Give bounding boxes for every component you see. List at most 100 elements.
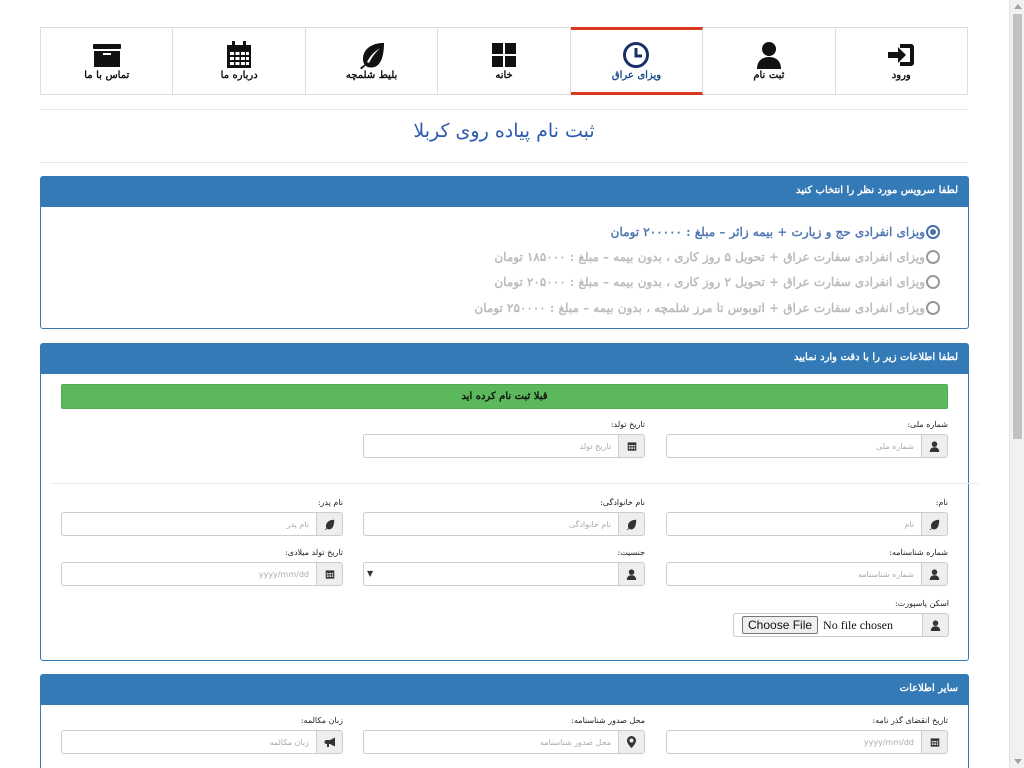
leaf-icon xyxy=(618,512,645,536)
nav-register-label: ثبت نام xyxy=(753,70,785,81)
user-icon xyxy=(922,613,949,637)
id-number-label: شماره شناسنامه: xyxy=(889,548,948,557)
nav-iraq-visa[interactable]: ویزای عراق xyxy=(569,27,704,95)
divider xyxy=(40,109,968,110)
leaf-icon xyxy=(316,512,343,536)
user-icon xyxy=(618,562,645,586)
calendar-icon xyxy=(316,562,343,586)
nav-shalamcheh-ticket-label: بلیط شلمچه xyxy=(345,70,398,81)
radio-button[interactable] xyxy=(926,224,940,239)
user-icon xyxy=(754,41,784,69)
user-icon xyxy=(921,434,948,458)
service-option[interactable]: ویزای انفرادی سفارت عراق + اتوبوس تا مرز… xyxy=(41,295,940,320)
id-issue-place-input[interactable] xyxy=(363,730,618,754)
passport-scan-field: اسکن پاسپورت: Choose File No file chosen xyxy=(666,599,949,637)
nav-contact[interactable]: تماس با ما xyxy=(40,27,174,95)
passport-expiry-input[interactable] xyxy=(666,730,921,754)
grid-icon xyxy=(489,41,519,69)
calendar-icon xyxy=(224,41,254,69)
service-option-label: ویزای انفرادی سفارت عراق + تحویل ۵ روز ک… xyxy=(494,249,925,264)
national-id-field: شماره ملی: xyxy=(666,420,948,458)
already-registered-alert: قبلا ثبت نام کرده اید xyxy=(61,384,948,409)
radio-button[interactable] xyxy=(926,300,940,315)
gregorian-birth-date-input[interactable] xyxy=(61,562,316,586)
service-option-label: ویزای انفرادی سفارت عراق + اتوبوس تا مرز… xyxy=(474,300,925,315)
gender-select[interactable]: ▼ xyxy=(363,562,618,586)
gregorian-birth-date-field: تاریخ تولد میلادی: xyxy=(61,548,343,586)
radio-button[interactable] xyxy=(926,249,940,264)
gregorian-birth-date-label: تاریخ تولد میلادی: xyxy=(285,548,343,557)
spoken-language-field: زبان مکالمه: xyxy=(61,716,343,754)
leaf-icon xyxy=(921,512,948,536)
service-option-label: ویزای انفرادی حج و زیارت + بیمه زائر – م… xyxy=(610,224,925,239)
id-number-field: شماره شناسنامه: xyxy=(666,548,948,586)
father-name-input[interactable] xyxy=(61,512,316,536)
nav-home-label: خانه xyxy=(495,70,513,81)
calendar-icon xyxy=(618,434,645,458)
page-title: ثبت نام پیاده روی کربلا xyxy=(413,120,595,142)
passport-scan-label: اسکن پاسپورت: xyxy=(895,599,949,608)
passport-expiry-field: تاریخ انقضای گذر نامه: xyxy=(666,716,948,754)
birth-date-label: تاریخ تولد: xyxy=(610,420,645,429)
dropdown-caret-icon: ▼ xyxy=(367,569,374,578)
other-info-panel: سایر اطلاعات تاریخ انقضای گذر نامه: محل … xyxy=(40,674,969,768)
father-name-label: نام پدر: xyxy=(317,498,343,507)
folder-icon xyxy=(92,41,122,69)
first-name-field: نام: xyxy=(666,498,948,536)
gender-label: جنسیت: xyxy=(617,548,645,557)
passport-file-input: Choose File No file chosen xyxy=(733,613,922,637)
passport-expiry-label: تاریخ انقضای گذر نامه: xyxy=(872,716,948,725)
nav-login[interactable]: ورود xyxy=(834,27,968,95)
user-icon xyxy=(921,562,948,586)
spoken-language-input[interactable] xyxy=(61,730,316,754)
file-status: No file chosen xyxy=(823,617,894,632)
first-name-input[interactable] xyxy=(666,512,921,536)
birth-date-input[interactable] xyxy=(363,434,618,458)
last-name-label: نام خانوادگی: xyxy=(600,498,645,507)
nav-shalamcheh-ticket[interactable]: بلیط شلمچه xyxy=(304,27,439,95)
gender-field: جنسیت: ▼ xyxy=(363,548,645,586)
birth-date-field: تاریخ تولد: xyxy=(363,420,645,458)
map-marker-icon xyxy=(618,730,645,754)
nav-about-label: درباره ما xyxy=(220,70,258,81)
national-id-label: شماره ملی: xyxy=(907,420,948,429)
last-name-field: نام خانوادگی: xyxy=(363,498,645,536)
page-scrollbar[interactable] xyxy=(1009,0,1024,768)
choose-file-button[interactable]: Choose File xyxy=(742,616,819,634)
divider xyxy=(40,162,968,163)
calendar-icon xyxy=(921,730,948,754)
id-issue-place-field: محل صدور شناسنامه: xyxy=(363,716,645,754)
nav-login-label: ورود xyxy=(891,70,911,81)
clock-icon xyxy=(621,41,651,69)
national-id-input[interactable] xyxy=(666,434,921,458)
service-options: ویزای انفرادی حج و زیارت + بیمه زائر – م… xyxy=(41,207,968,320)
last-name-input[interactable] xyxy=(363,512,618,536)
scroll-up-arrow-icon[interactable] xyxy=(1014,4,1022,9)
nav-register[interactable]: ثبت نام xyxy=(702,27,836,95)
leaf-icon xyxy=(357,41,387,69)
service-option[interactable]: ویزای انفرادی سفارت عراق + تحویل ۵ روز ک… xyxy=(41,244,940,269)
service-option-label: ویزای انفرادی سفارت عراق + تحویل ۲ روز ک… xyxy=(494,275,925,290)
service-option[interactable]: ویزای انفرادی حج و زیارت + بیمه زائر – م… xyxy=(41,219,940,244)
nav-about[interactable]: درباره ما xyxy=(172,27,306,95)
first-name-label: نام: xyxy=(935,498,948,507)
top-nav: ورود ثبت نام ویزای عراق خانه بلیط شلمچه … xyxy=(40,27,968,95)
scroll-down-arrow-icon[interactable] xyxy=(1014,759,1022,764)
personal-info-panel-title: لطفا اطلاعات زیر را با دقت وارد نمایید xyxy=(41,344,968,374)
sign-in-icon xyxy=(886,41,916,69)
service-option[interactable]: ویزای انفرادی سفارت عراق + تحویل ۲ روز ک… xyxy=(41,270,940,295)
services-panel: لطفا سرویس مورد نظر را انتخاب کنید ویزای… xyxy=(40,176,969,329)
services-panel-title: لطفا سرویس مورد نظر را انتخاب کنید xyxy=(41,177,968,207)
nav-contact-label: تماس با ما xyxy=(84,70,130,81)
personal-info-panel: لطفا اطلاعات زیر را با دقت وارد نمایید ق… xyxy=(40,343,980,661)
bullhorn-icon xyxy=(316,730,343,754)
radio-button[interactable] xyxy=(926,275,940,290)
id-issue-place-label: محل صدور شناسنامه: xyxy=(571,716,645,725)
scrollbar-thumb[interactable] xyxy=(1013,14,1022,439)
nav-home[interactable]: خانه xyxy=(437,27,571,95)
section-divider xyxy=(51,483,980,484)
father-name-field: نام پدر: xyxy=(61,498,343,536)
id-number-input[interactable] xyxy=(666,562,921,586)
other-info-panel-title: سایر اطلاعات xyxy=(41,675,968,705)
spoken-language-label: زبان مکالمه: xyxy=(300,716,343,725)
